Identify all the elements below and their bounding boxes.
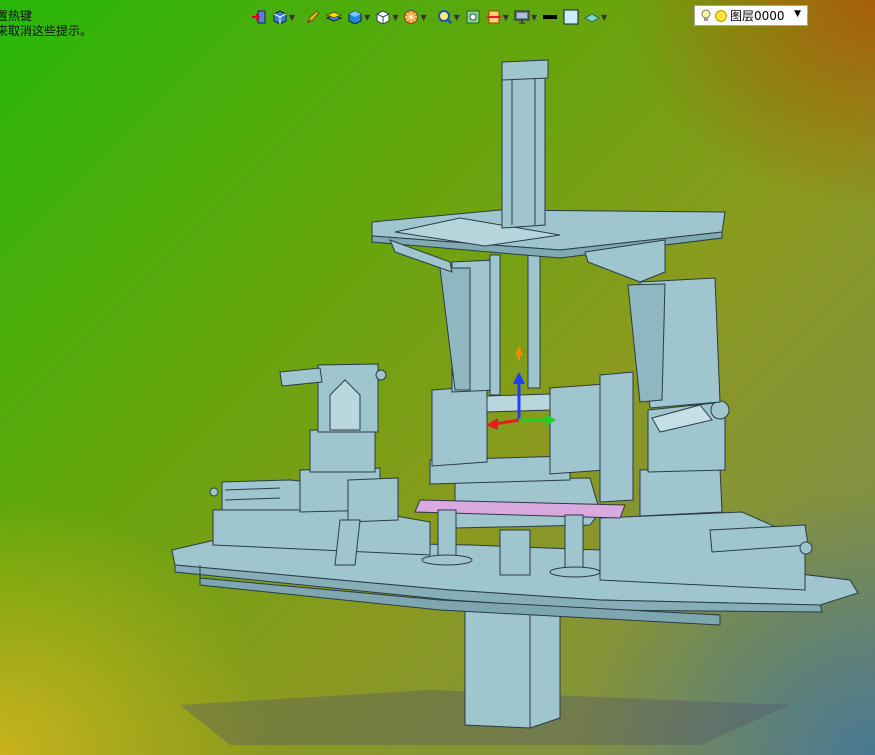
assembly-model[interactable] [0,0,875,755]
3d-viewport[interactable]: 置热键 来取消这些提示。 ▼ ▼ ▼ ▼ ▼ ▼ ▼ ▼ 图层0000 ▼ [0,0,875,755]
